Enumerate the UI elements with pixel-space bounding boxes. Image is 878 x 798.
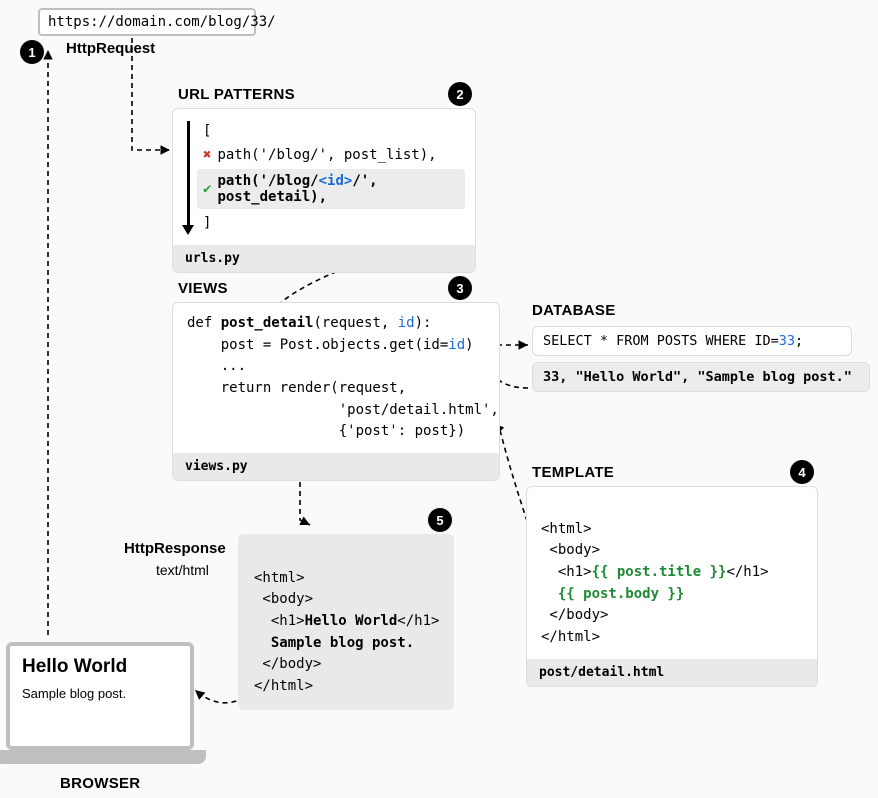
- tpl-l1: <html>: [541, 521, 592, 537]
- urls-filename: urls.py: [173, 245, 475, 272]
- view-def-line: def post_detail(request, id):: [187, 313, 485, 335]
- view-query-line: post = Post.objects.get(id=id): [187, 335, 485, 357]
- database-query: SELECT * FROM POSTS WHERE ID=33;: [532, 326, 852, 356]
- tpl-l2: <body>: [541, 542, 600, 558]
- template-card: <html> <body> <h1>{{ post.title }}</h1> …: [526, 486, 818, 687]
- browser-label: BROWSER: [60, 775, 140, 792]
- tpl-l5: </body>: [541, 607, 608, 623]
- http-response-label: HttpResponse: [124, 540, 226, 557]
- tpl-l3: <h1>{{ post.title }}</h1>: [541, 564, 769, 580]
- views-filename: views.py: [173, 453, 499, 480]
- rendered-page-body: Sample blog post.: [22, 686, 178, 701]
- url-pattern-sequence-arrow: [183, 121, 193, 235]
- tpl-l6: </html>: [541, 629, 600, 645]
- database-title: DATABASE: [532, 302, 616, 319]
- browser-laptop: Hello World Sample blog post.: [6, 642, 194, 764]
- browser-screen: Hello World Sample blog post.: [6, 642, 194, 750]
- view-ellipsis: ...: [187, 356, 485, 378]
- step-badge-4: 4: [790, 460, 814, 484]
- url-pattern-match: ✔ path('/blog/<id>/', post_detail),: [197, 169, 465, 209]
- step-badge-1: 1: [20, 40, 44, 64]
- browser-address-bar: https://domain.com/blog/33/: [38, 8, 256, 36]
- tpl-l4: {{ post.body }}: [541, 586, 684, 602]
- views-card: def post_detail(request, id): post = Pos…: [172, 302, 500, 481]
- cross-icon: ✖: [203, 147, 211, 163]
- step-badge-2: 2: [448, 82, 472, 106]
- bracket-close: ]: [201, 211, 461, 235]
- url-pattern-nomatch: ✖ path('/blog/', post_list),: [201, 143, 461, 167]
- rendered-page-title: Hello World: [22, 656, 178, 678]
- step-badge-3: 3: [448, 276, 472, 300]
- bracket-open: [: [201, 119, 461, 143]
- http-request-label: HttpRequest: [66, 40, 155, 57]
- check-icon: ✔: [203, 181, 211, 197]
- database-result: 33, "Hello World", "Sample blog post.": [532, 362, 870, 392]
- step-badge-5: 5: [428, 508, 452, 532]
- view-render-1: return render(request,: [187, 378, 485, 400]
- laptop-base-icon: [0, 750, 206, 764]
- url-patterns-card: [ ✖ path('/blog/', post_list), ✔ path('/…: [172, 108, 476, 273]
- url-patterns-title: URL PATTERNS: [178, 86, 295, 103]
- views-title: VIEWS: [178, 280, 228, 297]
- template-title: TEMPLATE: [532, 464, 614, 481]
- http-response-body: <html> <body> <h1>Hello World</h1> Sampl…: [238, 534, 454, 710]
- http-response-mime: text/html: [156, 562, 209, 578]
- template-filename: post/detail.html: [527, 659, 817, 686]
- view-render-3: {'post': post}): [187, 421, 485, 443]
- view-render-2: 'post/detail.html',: [187, 400, 485, 422]
